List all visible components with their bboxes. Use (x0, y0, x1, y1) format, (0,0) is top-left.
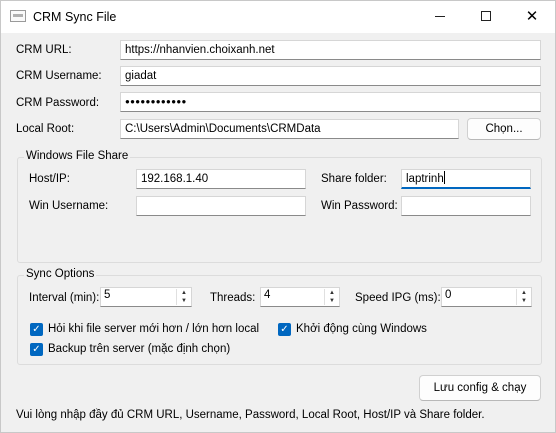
window-title: CRM Sync File (33, 10, 117, 24)
close-button[interactable]: ✕ (509, 1, 555, 33)
title-bar[interactable]: CRM Sync File ✕ (1, 1, 555, 33)
crm-url-label: CRM URL: (16, 44, 72, 56)
spin-down-icon[interactable]: ▼ (325, 297, 339, 305)
maximize-button[interactable] (463, 1, 509, 33)
speed-ipg-value: 0 (445, 289, 452, 301)
speed-ipg-spin-buttons: ▲ ▼ (516, 289, 530, 305)
interval-stepper[interactable]: 5 ▲ ▼ (100, 287, 192, 307)
win-username-label: Win Username: (29, 200, 109, 212)
host-ip-label: Host/IP: (29, 173, 70, 185)
backup-on-server-checkbox[interactable]: ✓ (30, 343, 43, 356)
spin-up-icon[interactable]: ▲ (517, 289, 531, 297)
sync-options-title: Sync Options (24, 268, 97, 280)
windows-file-share-title: Windows File Share (24, 150, 131, 162)
share-folder-label: Share folder: (321, 173, 387, 185)
ask-overwrite-checkbox[interactable]: ✓ (30, 323, 43, 336)
app-icon (10, 10, 26, 22)
threads-value: 4 (264, 289, 271, 301)
close-icon: ✕ (525, 8, 539, 25)
crm-username-input[interactable]: giadat (120, 66, 541, 86)
threads-stepper[interactable]: 4 ▲ ▼ (260, 287, 340, 307)
checkmark-icon: ✓ (32, 344, 41, 355)
share-folder-input[interactable]: laptrinh (401, 169, 531, 189)
crm-username-label: CRM Username: (16, 70, 102, 82)
crm-password-input[interactable]: ●●●●●●●●●●●● (120, 92, 541, 112)
interval-spin-buttons: ▲ ▼ (176, 289, 190, 305)
startup-with-windows-label[interactable]: Khởi động cùng Windows (296, 323, 427, 335)
spin-down-icon[interactable]: ▼ (517, 297, 531, 305)
minimize-button[interactable] (417, 1, 463, 33)
backup-on-server-label[interactable]: Backup trên server (mặc định chọn) (48, 343, 230, 355)
checkmark-icon: ✓ (280, 324, 289, 335)
interval-label: Interval (min): (29, 292, 100, 304)
local-root-label: Local Root: (16, 123, 75, 135)
threads-label: Threads: (210, 292, 256, 304)
choose-folder-button[interactable]: Chọn... (467, 118, 541, 140)
host-ip-input[interactable]: 192.168.1.40 (136, 169, 306, 189)
speed-ipg-stepper[interactable]: 0 ▲ ▼ (441, 287, 532, 307)
win-password-label: Win Password: (321, 200, 398, 212)
checkmark-icon: ✓ (32, 324, 41, 335)
local-root-input[interactable]: C:\Users\Admin\Documents\CRMData (120, 119, 459, 139)
win-password-input[interactable] (401, 196, 531, 216)
save-config-run-button[interactable]: Lưu config & chạy (419, 375, 541, 401)
app-window: CRM Sync File ✕ CRM URL: https://nhanvie… (0, 0, 556, 433)
threads-spin-buttons: ▲ ▼ (324, 289, 338, 305)
crm-password-label: CRM Password: (16, 97, 100, 109)
spin-up-icon[interactable]: ▲ (325, 289, 339, 297)
win-username-input[interactable] (136, 196, 306, 216)
startup-with-windows-checkbox[interactable]: ✓ (278, 323, 291, 336)
status-message: Vui lòng nhập đầy đủ CRM URL, Username, … (16, 409, 485, 421)
ask-overwrite-label[interactable]: Hỏi khi file server mới hơn / lớn hơn lo… (48, 323, 259, 335)
text-caret (443, 171, 445, 184)
share-folder-value: laptrinh (406, 173, 444, 185)
interval-value: 5 (104, 289, 111, 301)
spin-up-icon[interactable]: ▲ (177, 289, 191, 297)
crm-url-input[interactable]: https://nhanvien.choixanh.net (120, 40, 541, 60)
maximize-icon (481, 11, 491, 21)
minimize-icon (435, 16, 445, 17)
speed-ipg-label: Speed IPG (ms): (355, 292, 441, 304)
spin-down-icon[interactable]: ▼ (177, 297, 191, 305)
